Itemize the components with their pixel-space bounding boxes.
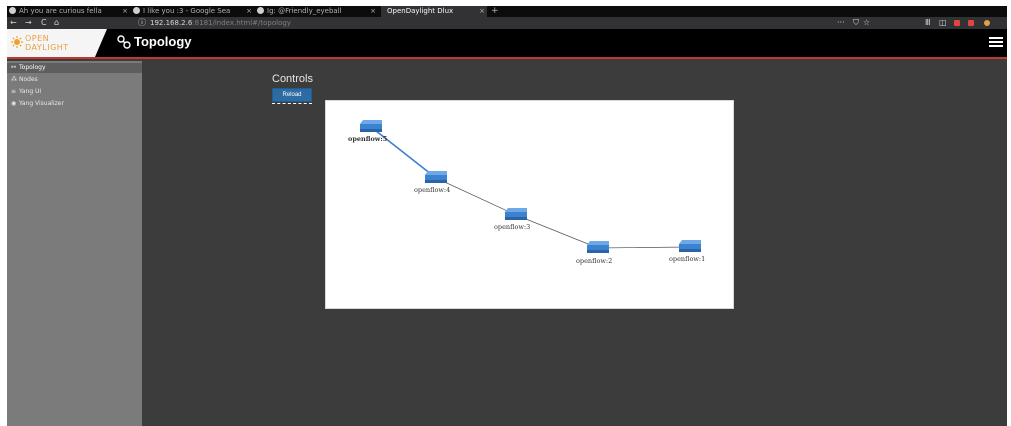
switch-icon: [505, 208, 527, 220]
reload-button[interactable]: Reload: [272, 88, 312, 102]
tab-title: I like you :3 - Google Sea: [143, 7, 231, 15]
sidebar-item-label: Yang UI: [19, 88, 42, 95]
tab-close-icon[interactable]: ×: [479, 6, 485, 17]
more-icon[interactable]: ···: [837, 17, 845, 29]
tab-close-icon[interactable]: ×: [122, 6, 128, 17]
switch-icon: [587, 241, 609, 253]
tab-title: Ah you are curious fella: [19, 7, 102, 15]
controls-heading: Controls: [272, 73, 313, 85]
tab-title: OpenDaylight Dlux: [387, 7, 454, 15]
reload-icon[interactable]: C: [41, 17, 47, 29]
switch-node[interactable]: openflow:1: [669, 240, 705, 263]
topology-link[interactable]: [597, 246, 691, 249]
tab-strip: Ah you are curious fella × I like you :3…: [7, 6, 1007, 17]
browser-tab[interactable]: Ah you are curious fella ×: [9, 6, 130, 17]
browser-tab-active[interactable]: OpenDaylight Dlux ×: [381, 6, 487, 17]
sidebar-item-yang-ui[interactable]: ≡ Yang UI: [7, 87, 142, 97]
library-icon[interactable]: Ⅲ: [925, 17, 931, 29]
sidebar-item-yang-visualizer[interactable]: ◉ Yang Visualizer: [7, 99, 142, 109]
topology-graph[interactable]: openflow:5 openflow:4 openflow:3 openflow:2…: [326, 101, 735, 310]
sidebar: ⚯ Topology ⁂ Nodes ≡ Yang UI ◉ Yang Visualiz…: [7, 61, 142, 426]
browser-window: Ah you are curious fella × I like you :3…: [7, 6, 1007, 426]
page-title: Topology: [134, 34, 192, 49]
pocket-icon[interactable]: ⛉: [853, 17, 859, 29]
sidebar-item-label: Topology: [19, 64, 46, 71]
hamburger-menu-icon[interactable]: [989, 37, 1003, 47]
sidebar-icon[interactable]: ◫: [939, 17, 947, 29]
tab-close-icon[interactable]: ×: [246, 6, 252, 17]
topology-link[interactable]: [515, 214, 599, 249]
topology-link[interactable]: [435, 177, 517, 216]
switch-node-label: openflow:4: [414, 186, 450, 194]
url-path: :8181/index.html#/topology: [192, 19, 291, 27]
yang-ui-icon: ≡: [11, 88, 17, 95]
nodes-layer: openflow:5 openflow:4 openflow:3 openflow:2…: [348, 120, 705, 265]
switch-icon: [425, 171, 447, 183]
navigation-bar: ← → C ⌂ ⓘ 192.168.2.6:8181/index.html#/t…: [7, 17, 1007, 29]
switch-node-label: openflow:5: [348, 135, 388, 143]
nodes-icon: ⁂: [11, 76, 17, 83]
new-tab-icon[interactable]: +: [491, 6, 499, 17]
opendaylight-logo[interactable]: OPEN DAYLIGHT: [7, 29, 107, 57]
sun-icon: [11, 36, 23, 48]
addon-icon[interactable]: [984, 20, 990, 26]
url-bar[interactable]: 192.168.2.6:8181/index.html#/topology: [150, 17, 291, 29]
logo-text-daylight: DAYLIGHT: [25, 43, 69, 52]
sidebar-item-topology[interactable]: ⚯ Topology: [7, 63, 142, 73]
addon-icon[interactable]: [954, 20, 960, 26]
switch-node-label: openflow:1: [669, 255, 705, 263]
addon-icon[interactable]: [968, 20, 974, 26]
sidebar-item-nodes[interactable]: ⁂ Nodes: [7, 75, 142, 85]
browser-tab[interactable]: I like you :3 - Google Sea ×: [133, 6, 254, 17]
app-header: OPEN DAYLIGHT Topology: [7, 29, 1007, 59]
switch-node[interactable]: openflow:4: [414, 171, 450, 194]
tab-close-icon[interactable]: ×: [370, 6, 376, 17]
eye-icon: ◉: [11, 100, 17, 107]
tab-favicon-icon: [257, 7, 264, 14]
topology-icon: ⚯: [11, 64, 17, 71]
switch-icon: [360, 120, 382, 132]
switch-node[interactable]: openflow:2: [576, 241, 612, 265]
logo-text-open: OPEN: [25, 34, 50, 43]
tab-favicon-icon: [133, 7, 140, 14]
switch-node[interactable]: openflow:3: [494, 208, 530, 231]
back-icon[interactable]: ←: [10, 17, 17, 29]
topology-icon: [117, 35, 131, 49]
info-icon[interactable]: ⓘ: [138, 17, 146, 29]
tab-favicon-icon: [9, 7, 16, 14]
forward-icon[interactable]: →: [25, 17, 32, 29]
switch-icon: [679, 240, 701, 252]
switch-node-label: openflow:2: [576, 257, 612, 265]
topology-canvas[interactable]: openflow:5 openflow:4 openflow:3 openflow:2…: [325, 100, 734, 309]
sidebar-item-label: Nodes: [19, 76, 38, 83]
sidebar-item-label: Yang Visualizer: [19, 100, 64, 107]
switch-node-label: openflow:3: [494, 223, 530, 231]
bookmark-star-icon[interactable]: ☆: [863, 17, 870, 29]
switch-node[interactable]: openflow:5: [348, 120, 388, 143]
browser-tab[interactable]: Ig: @Friendly_eyeball ×: [257, 6, 378, 17]
url-host: 192.168.2.6: [150, 19, 193, 27]
home-icon[interactable]: ⌂: [54, 17, 59, 29]
focus-outline: [272, 103, 312, 104]
tab-title: Ig: @Friendly_eyeball: [267, 7, 342, 15]
main-content: Controls Reload openflow:5 openflow:4 open…: [142, 61, 1007, 426]
